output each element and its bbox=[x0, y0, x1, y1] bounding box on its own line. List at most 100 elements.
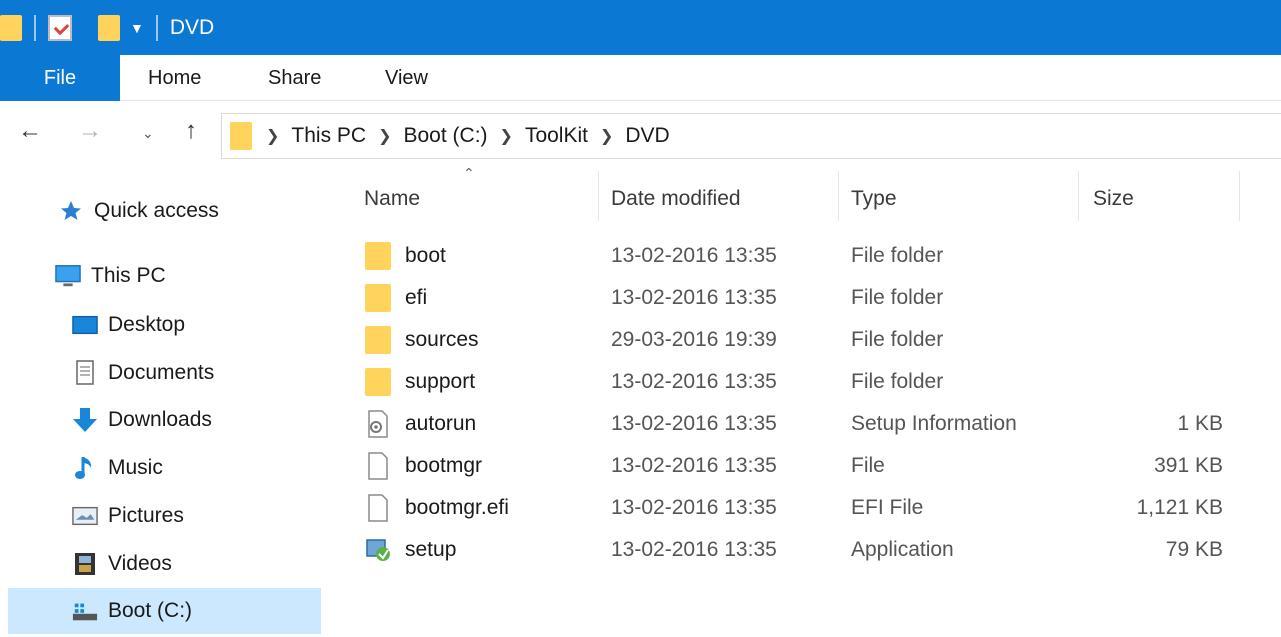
window-title: DVD bbox=[169, 15, 215, 39]
drive-icon bbox=[72, 598, 98, 624]
file-type: File folder bbox=[851, 286, 944, 309]
music-note-icon bbox=[72, 455, 98, 481]
column-divider[interactable] bbox=[1078, 171, 1079, 221]
sidebar-item-boot-drive[interactable]: Boot (C:) bbox=[8, 588, 321, 634]
table-row[interactable]: sources 29-03-2016 19:39 File folder bbox=[355, 319, 1235, 361]
file-type: EFI File bbox=[851, 496, 924, 519]
sidebar-item-label: Boot (C:) bbox=[108, 599, 193, 622]
sidebar-item-quick-access[interactable]: Quick access bbox=[58, 188, 219, 234]
column-header-date-modified[interactable]: Date modified bbox=[611, 171, 837, 226]
sidebar-item-videos[interactable]: Videos bbox=[72, 541, 172, 587]
sidebar-item-label: Documents bbox=[108, 361, 215, 384]
arrow-right-icon[interactable]: → bbox=[78, 117, 102, 145]
setup-app-icon bbox=[365, 536, 391, 564]
file-type: Setup Information bbox=[851, 412, 1017, 435]
blank-file-icon bbox=[365, 494, 391, 522]
desktop-icon bbox=[72, 312, 98, 338]
chevron-right-icon[interactable]: ❯ bbox=[600, 126, 613, 146]
sidebar-item-label: Pictures bbox=[108, 504, 184, 527]
column-header-name[interactable]: Name bbox=[364, 171, 596, 226]
file-size: 1,121 KB bbox=[1136, 496, 1223, 519]
file-type: File folder bbox=[851, 370, 944, 393]
chevron-right-icon[interactable]: ❯ bbox=[500, 126, 513, 146]
chevron-right-icon[interactable]: ❯ bbox=[266, 126, 279, 146]
breadcrumb-boot-drive[interactable]: Boot (C:) bbox=[404, 124, 488, 148]
folder-icon bbox=[365, 368, 391, 396]
folder-icon bbox=[365, 284, 391, 312]
pictures-icon bbox=[72, 503, 98, 529]
gear-file-icon bbox=[365, 410, 391, 438]
sidebar-item-music[interactable]: Music bbox=[72, 445, 163, 491]
column-divider[interactable] bbox=[598, 171, 599, 221]
sidebar-item-desktop[interactable]: Desktop bbox=[72, 302, 185, 348]
breadcrumb-this-pc[interactable]: This PC bbox=[291, 124, 366, 148]
file-date: 13-02-2016 13:35 bbox=[611, 412, 777, 435]
tab-view[interactable]: View bbox=[385, 55, 428, 101]
file-type: Application bbox=[851, 538, 954, 561]
title-bar: ▼ DVD bbox=[0, 0, 1281, 55]
file-name: boot bbox=[405, 244, 446, 267]
sidebar-item-downloads[interactable]: Downloads bbox=[72, 397, 212, 443]
file-date: 13-02-2016 13:35 bbox=[611, 496, 777, 519]
new-folder-icon[interactable] bbox=[98, 14, 120, 41]
table-row[interactable]: support 13-02-2016 13:35 File folder bbox=[355, 361, 1235, 403]
file-date: 13-02-2016 13:35 bbox=[611, 370, 777, 393]
folder-icon bbox=[365, 326, 391, 354]
tab-file[interactable]: File bbox=[0, 55, 120, 101]
star-icon bbox=[58, 198, 84, 224]
monitor-icon bbox=[55, 263, 81, 289]
download-arrow-icon bbox=[72, 407, 98, 433]
breadcrumb-dvd[interactable]: DVD bbox=[625, 124, 669, 148]
folder-icon bbox=[230, 122, 252, 150]
tab-home[interactable]: Home bbox=[148, 55, 201, 101]
tab-share[interactable]: Share bbox=[268, 55, 321, 101]
file-type: File bbox=[851, 454, 885, 477]
blank-file-icon bbox=[365, 452, 391, 480]
file-name: efi bbox=[405, 286, 428, 309]
file-date: 13-02-2016 13:35 bbox=[611, 244, 777, 267]
folder-icon bbox=[0, 14, 22, 41]
table-row[interactable]: bootmgr.efi 13-02-2016 13:35 EFI File 1,… bbox=[355, 487, 1235, 529]
file-date: 13-02-2016 13:35 bbox=[611, 538, 777, 561]
table-row[interactable]: efi 13-02-2016 13:35 File folder bbox=[355, 277, 1235, 319]
address-bar[interactable]: ❯ This PC ❯ Boot (C:) ❯ ToolKit ❯ DVD bbox=[221, 113, 1281, 159]
sidebar-item-label: Quick access bbox=[94, 199, 219, 222]
file-date: 13-02-2016 13:35 bbox=[611, 286, 777, 309]
sidebar-item-documents[interactable]: Documents bbox=[72, 350, 214, 396]
file-date: 13-02-2016 13:35 bbox=[611, 454, 777, 477]
properties-icon[interactable] bbox=[48, 14, 72, 41]
table-row[interactable]: autorun 13-02-2016 13:35 Setup Informati… bbox=[355, 403, 1235, 445]
sidebar-item-label: This PC bbox=[91, 264, 166, 287]
customize-toolbar-icon[interactable]: ▼ bbox=[130, 20, 144, 36]
film-icon bbox=[72, 551, 98, 577]
sidebar-item-pictures[interactable]: Pictures bbox=[72, 493, 184, 539]
file-name: bootmgr bbox=[405, 454, 483, 477]
column-header-size[interactable]: Size bbox=[1093, 171, 1238, 226]
arrow-left-icon[interactable]: ← bbox=[18, 117, 42, 145]
table-row[interactable]: boot 13-02-2016 13:35 File folder bbox=[355, 235, 1235, 277]
chevron-right-icon[interactable]: ❯ bbox=[378, 126, 391, 146]
column-divider[interactable] bbox=[1239, 171, 1240, 221]
chevron-down-icon[interactable]: ⌄ bbox=[142, 125, 154, 142]
arrow-up-icon[interactable]: ↑ bbox=[185, 117, 197, 145]
ribbon-tabs: File Home Share View bbox=[0, 55, 1281, 101]
toolbar-divider bbox=[155, 14, 158, 41]
breadcrumb-toolkit[interactable]: ToolKit bbox=[525, 124, 588, 148]
file-date: 29-03-2016 19:39 bbox=[611, 328, 777, 351]
sidebar-item-label: Downloads bbox=[108, 408, 212, 431]
file-size: 79 KB bbox=[1165, 538, 1223, 561]
file-name: support bbox=[405, 370, 476, 393]
sidebar-item-this-pc[interactable]: This PC bbox=[55, 253, 166, 299]
navigation-bar: ← → ⌄ ↑ ❯ This PC ❯ Boot (C:) ❯ ToolKit … bbox=[0, 101, 1281, 171]
column-header-type[interactable]: Type bbox=[851, 171, 1077, 226]
file-size: 1 KB bbox=[1177, 412, 1223, 435]
sidebar-item-label: Music bbox=[108, 456, 163, 479]
column-divider[interactable] bbox=[838, 171, 839, 221]
documents-icon bbox=[72, 360, 98, 386]
navigation-pane: Quick access This PC Desktop Documents D… bbox=[0, 171, 325, 637]
file-name: sources bbox=[405, 328, 479, 351]
file-type: File folder bbox=[851, 244, 944, 267]
table-row[interactable]: setup 13-02-2016 13:35 Application 79 KB bbox=[355, 529, 1235, 571]
folder-icon bbox=[365, 242, 391, 270]
table-row[interactable]: bootmgr 13-02-2016 13:35 File 391 KB bbox=[355, 445, 1235, 487]
